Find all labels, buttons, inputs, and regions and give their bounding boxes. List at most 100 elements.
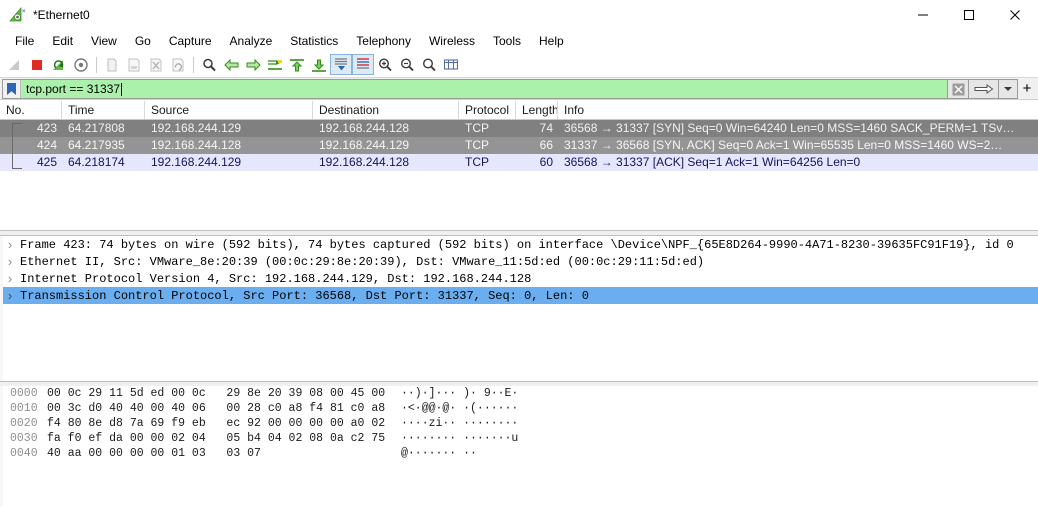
cell-protocol: TCP <box>459 154 516 171</box>
column-header-info[interactable]: Info <box>558 101 1038 119</box>
column-header-no[interactable]: No. <box>0 101 62 119</box>
cell-time: 64.218174 <box>62 154 145 171</box>
detail-row-ipv4[interactable]: › Internet Protocol Version 4, Src: 192.… <box>0 270 1038 287</box>
colorize-packet-list-icon[interactable] <box>352 54 374 75</box>
column-header-time[interactable]: Time <box>62 101 145 119</box>
packet-bytes-pane: 0000 00 0c 29 11 5d ed 00 0c 29 8e 20 39… <box>0 386 1038 507</box>
resize-columns-icon[interactable] <box>440 54 462 75</box>
hex-bytes: 00 3c d0 40 40 00 40 06 00 28 c0 a8 f4 8… <box>44 401 399 416</box>
cell-time: 64.217935 <box>62 137 145 154</box>
minimize-icon[interactable] <box>900 0 946 30</box>
detail-row-label: Frame 423: 74 bytes on wire (592 bits), … <box>20 238 1014 252</box>
column-header-protocol[interactable]: Protocol <box>459 101 516 119</box>
wireshark-fin-logo <box>8 6 26 24</box>
cell-protocol: TCP <box>459 137 516 154</box>
text-caret <box>121 83 122 96</box>
save-file-icon[interactable] <box>123 54 145 75</box>
zoom-in-icon[interactable] <box>374 54 396 75</box>
hex-left-strip <box>0 386 3 507</box>
filter-history-chevron-down-icon[interactable] <box>999 79 1018 99</box>
expand-chevron-right-icon[interactable]: › <box>0 287 20 304</box>
detail-row-label: Transmission Control Protocol, Src Port:… <box>20 289 589 303</box>
column-header-source[interactable]: Source <box>145 101 313 119</box>
apply-filter-arrow-icon[interactable] <box>969 79 999 99</box>
menu-capture[interactable]: Capture <box>160 32 221 50</box>
reload-file-icon[interactable] <box>167 54 189 75</box>
menu-edit[interactable]: Edit <box>43 32 82 50</box>
hex-bytes: f4 80 8e d8 7a 69 f9 eb ec 92 00 00 00 0… <box>44 416 399 431</box>
table-row[interactable]: 423 64.217808 192.168.244.129 192.168.24… <box>0 120 1038 137</box>
hex-ascii: ·<·@@·@· ·(······ <box>399 401 518 416</box>
expand-chevron-right-icon[interactable]: › <box>0 270 20 287</box>
packet-list-header: No. Time Source Destination Protocol Len… <box>0 100 1038 120</box>
start-capture-shark-fin-icon[interactable] <box>4 54 26 75</box>
restart-capture-icon[interactable] <box>48 54 70 75</box>
close-file-icon[interactable] <box>145 54 167 75</box>
find-packet-magnifier-icon[interactable] <box>198 54 220 75</box>
hex-row[interactable]: 0030 fa f0 ef da 00 00 02 04 05 b4 04 02… <box>0 431 1038 446</box>
cell-destination: 192.168.244.128 <box>313 120 459 137</box>
maximize-icon[interactable] <box>946 0 992 30</box>
hex-row[interactable]: 0040 40 aa 00 00 00 00 01 03 03 07 @····… <box>0 446 1038 461</box>
cell-info: 36568 → 31337 [SYN] Seq=0 Win=64240 Len=… <box>558 120 1038 137</box>
table-row[interactable]: 424 64.217935 192.168.244.128 192.168.24… <box>0 137 1038 154</box>
menu-statistics[interactable]: Statistics <box>281 32 347 50</box>
cell-length: 74 <box>516 120 558 137</box>
hex-ascii: ········ ·······u <box>399 431 518 446</box>
details-left-strip <box>0 236 3 381</box>
packet-details-pane: › Frame 423: 74 bytes on wire (592 bits)… <box>0 235 1038 382</box>
hex-row[interactable]: 0020 f4 80 8e d8 7a 69 f9 eb ec 92 00 00… <box>0 416 1038 431</box>
detail-row-tcp[interactable]: › Transmission Control Protocol, Src Por… <box>0 287 1038 304</box>
title-bar: *Ethernet0 <box>0 0 1038 30</box>
add-filter-button-plus-icon[interactable]: + <box>1018 79 1036 98</box>
filter-bookmark-icon[interactable] <box>3 80 21 98</box>
close-icon[interactable] <box>992 0 1038 30</box>
go-to-last-packet-icon[interactable] <box>308 54 330 75</box>
cell-no: 423 <box>0 120 62 137</box>
menu-view[interactable]: View <box>82 32 126 50</box>
detail-row-frame[interactable]: › Frame 423: 74 bytes on wire (592 bits)… <box>0 236 1038 253</box>
zoom-out-icon[interactable] <box>396 54 418 75</box>
table-row[interactable]: 425 64.218174 192.168.244.129 192.168.24… <box>0 154 1038 171</box>
capture-options-gear-icon[interactable] <box>70 54 92 75</box>
go-to-packet-icon[interactable] <box>264 54 286 75</box>
hex-row[interactable]: 0000 00 0c 29 11 5d ed 00 0c 29 8e 20 39… <box>0 386 1038 401</box>
open-file-icon[interactable] <box>101 54 123 75</box>
packet-list-body: 423 64.217808 192.168.244.129 192.168.24… <box>0 120 1038 230</box>
toolbar-separator <box>193 57 194 73</box>
menu-wireless[interactable]: Wireless <box>420 32 484 50</box>
stop-capture-square-icon[interactable] <box>26 54 48 75</box>
display-filter-input[interactable]: tcp.port == 31337 <box>2 79 948 99</box>
auto-scroll-live-capture-icon[interactable] <box>330 54 352 75</box>
expand-chevron-right-icon[interactable]: › <box>0 236 20 253</box>
menu-go[interactable]: Go <box>126 32 160 50</box>
hex-bytes: 40 aa 00 00 00 00 01 03 03 07 <box>44 446 399 461</box>
hex-offset: 0000 <box>0 386 44 401</box>
go-to-first-packet-icon[interactable] <box>286 54 308 75</box>
menu-tools[interactable]: Tools <box>484 32 530 50</box>
go-back-arrow-icon[interactable] <box>220 54 242 75</box>
normal-size-icon[interactable] <box>418 54 440 75</box>
hex-offset: 0040 <box>0 446 44 461</box>
cell-source: 192.168.244.129 <box>145 120 313 137</box>
clear-filter-x-icon[interactable] <box>948 79 969 99</box>
menu-telephony[interactable]: Telephony <box>347 32 420 50</box>
main-toolbar <box>0 52 1038 78</box>
go-forward-arrow-icon[interactable] <box>242 54 264 75</box>
display-filter-value[interactable]: tcp.port == 31337 <box>21 82 120 96</box>
cell-info: 36568 → 31337 [ACK] Seq=1 Ack=1 Win=6425… <box>558 154 1038 171</box>
cell-destination: 192.168.244.128 <box>313 154 459 171</box>
hex-offset: 0020 <box>0 416 44 431</box>
cell-protocol: TCP <box>459 120 516 137</box>
hex-offset: 0010 <box>0 401 44 416</box>
menu-analyze[interactable]: Analyze <box>221 32 282 50</box>
cell-destination: 192.168.244.129 <box>313 137 459 154</box>
column-header-destination[interactable]: Destination <box>313 101 459 119</box>
expand-chevron-right-icon[interactable]: › <box>0 253 20 270</box>
menu-file[interactable]: File <box>6 32 43 50</box>
window-title: *Ethernet0 <box>33 8 900 22</box>
menu-help[interactable]: Help <box>530 32 573 50</box>
hex-row[interactable]: 0010 00 3c d0 40 40 00 40 06 00 28 c0 a8… <box>0 401 1038 416</box>
detail-row-ethernet[interactable]: › Ethernet II, Src: VMware_8e:20:39 (00:… <box>0 253 1038 270</box>
column-header-length[interactable]: Length <box>516 101 558 119</box>
